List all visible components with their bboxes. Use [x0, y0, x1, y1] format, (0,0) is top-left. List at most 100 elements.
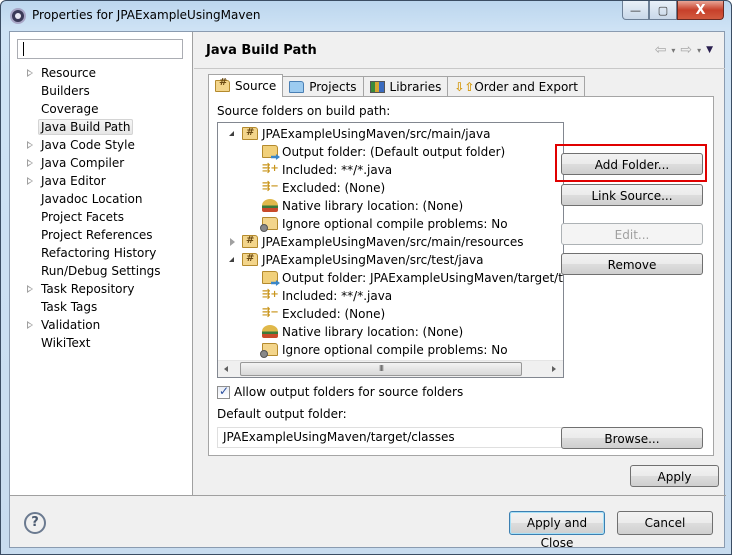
tab-libraries[interactable]: Libraries — [362, 76, 449, 97]
edit-button[interactable]: Edit... — [561, 223, 703, 245]
tree-node-label: Excluded: (None) — [282, 307, 386, 321]
minimize-icon: — — [630, 3, 641, 17]
sidebar-item-task-repository[interactable]: Task Repository — [10, 280, 192, 298]
sidebar-item-builders[interactable]: Builders — [10, 82, 192, 100]
expand-arrow-icon[interactable] — [27, 69, 33, 77]
sidebar-item-label: Java Code Style — [41, 138, 135, 152]
source-folder-node[interactable]: JPAExampleUsingMaven/src/main/resources — [218, 232, 563, 251]
expand-arrow-icon[interactable] — [27, 159, 33, 167]
source-folder-attribute[interactable]: Native library location: (None) — [218, 197, 563, 215]
sidebar-item-run-debug-settings[interactable]: Run/Debug Settings — [10, 262, 192, 280]
collapse-arrow-icon[interactable] — [229, 131, 234, 136]
sidebar-item-resource[interactable]: Resource — [10, 64, 192, 82]
default-output-folder-field[interactable]: JPAExampleUsingMaven/target/classes — [217, 427, 564, 448]
excluded-icon: ⇶− — [262, 181, 279, 192]
source-folder-attribute[interactable]: Native library location: (None) — [218, 323, 563, 341]
window-controls: — ▢ X — [622, 1, 724, 21]
apply-and-close-button[interactable]: Apply and Close — [509, 511, 605, 550]
sidebar-item-coverage[interactable]: Coverage — [10, 100, 192, 118]
source-folder-attribute[interactable]: Output folder: (Default output folder) — [218, 143, 563, 161]
sidebar-item-task-tags[interactable]: Task Tags — [10, 298, 192, 316]
sidebar-item-project-facets[interactable]: Project Facets — [10, 208, 192, 226]
tree-node-label: Included: **/*.java — [282, 163, 393, 177]
sidebar-item-label: Java Compiler — [41, 156, 125, 170]
libraries-icon — [369, 81, 385, 93]
tree-node-label: Excluded: (None) — [282, 181, 386, 195]
source-folder-node[interactable]: JPAExampleUsingMaven/src/main/java — [218, 124, 563, 143]
sidebar-item-refactoring-history[interactable]: Refactoring History — [10, 244, 192, 262]
sidebar-item-project-references[interactable]: Project References — [10, 226, 192, 244]
horizontal-scrollbar[interactable]: III — [218, 360, 563, 377]
package-folder-icon — [242, 124, 258, 142]
link-source-button[interactable]: Link Source... — [561, 184, 703, 206]
sidebar-item-label: Java Build Path — [38, 119, 134, 135]
tab-order-and-export[interactable]: ⇩⇧ Order and Export — [447, 76, 585, 97]
source-folder-attribute[interactable]: ⇶− Excluded: (None) — [218, 179, 563, 197]
source-folder-attribute[interactable]: Ignore optional compile problems: No — [218, 341, 563, 359]
eclipse-icon — [10, 8, 26, 24]
package-folder-icon — [242, 250, 258, 268]
expand-arrow-icon[interactable] — [27, 177, 33, 185]
tab-projects[interactable]: Projects — [282, 76, 364, 97]
close-button[interactable]: X — [677, 1, 724, 20]
minimize-button[interactable]: — — [622, 1, 649, 20]
source-folders-tree[interactable]: Ignore optional compile problems: No Nati… — [217, 122, 564, 378]
property-pages-tree: Resource Builders Coverage Java Build Path J… — [10, 64, 192, 352]
sidebar-item-label: Validation — [41, 318, 101, 332]
ignore-problems-icon — [260, 343, 278, 358]
source-folder-attribute[interactable]: ⇶+ Included: **/*.java — [218, 161, 563, 179]
cancel-button[interactable]: Cancel — [617, 511, 713, 535]
sidebar-item-java-compiler[interactable]: Java Compiler — [10, 154, 192, 172]
tree-node-label: Ignore optional compile problems: No — [282, 343, 508, 357]
tree-node-label: Output folder: (Default output folder) — [282, 145, 506, 159]
collapse-arrow-icon[interactable] — [229, 257, 234, 262]
expand-arrow-icon[interactable] — [27, 141, 33, 149]
view-menu-icon[interactable]: ▼ — [706, 45, 713, 55]
sidebar-item-label: Java Editor — [41, 174, 106, 188]
forward-arrow-icon[interactable]: ⇨ — [680, 42, 692, 58]
native-library-icon — [262, 325, 278, 338]
source-folder-attribute[interactable]: ⇶+ Included: **/*.java — [218, 287, 563, 305]
help-icon[interactable]: ? — [24, 512, 46, 534]
native-library-icon — [262, 199, 278, 212]
source-folder-attribute[interactable]: ⇶− Excluded: (None) — [218, 305, 563, 323]
property-page-content: Java Build Path ⇦ ▾ ⇨ ▾ ▼ Source Project… — [194, 32, 725, 495]
scrollbar-thumb[interactable]: III — [240, 362, 522, 376]
page-title: Java Build Path — [206, 43, 317, 58]
sidebar-item-label: Javadoc Location — [41, 192, 143, 206]
tab-label: Order and Export — [474, 80, 578, 94]
expand-arrow-icon[interactable] — [27, 285, 33, 293]
sidebar-item-wikitext[interactable]: WikiText — [10, 334, 192, 352]
sidebar-item-javadoc-location[interactable]: Javadoc Location — [10, 190, 192, 208]
back-dropdown-icon[interactable]: ▾ — [671, 46, 675, 55]
back-arrow-icon[interactable]: ⇦ — [655, 42, 667, 58]
sidebar-item-java-code-style[interactable]: Java Code Style — [10, 136, 192, 154]
page-navigation: ⇦ ▾ ⇨ ▾ ▼ — [655, 42, 713, 58]
scroll-right-icon[interactable] — [552, 366, 556, 372]
sidebar-item-java-build-path[interactable]: Java Build Path — [10, 118, 192, 136]
allow-output-folders-option[interactable]: Allow output folders for source folders — [217, 384, 463, 399]
expand-arrow-icon[interactable] — [230, 238, 235, 246]
tree-node-label: Output folder: JPAExampleUsingMaven/targ… — [282, 271, 563, 285]
tab-source[interactable]: Source — [208, 74, 284, 97]
ignore-problems-icon — [260, 217, 278, 232]
output-folder-icon — [262, 145, 278, 158]
text-cursor — [23, 42, 24, 56]
sidebar-item-validation[interactable]: Validation — [10, 316, 192, 334]
browse-button[interactable]: Browse... — [561, 427, 703, 449]
sidebar-item-java-editor[interactable]: Java Editor — [10, 172, 192, 190]
scroll-left-icon[interactable] — [224, 366, 228, 372]
maximize-button[interactable]: ▢ — [649, 1, 677, 20]
filter-input[interactable] — [17, 39, 183, 59]
apply-button[interactable]: Apply — [630, 465, 719, 487]
allow-output-folders-checkbox[interactable] — [217, 384, 230, 399]
expand-arrow-icon[interactable] — [27, 321, 33, 329]
sidebar-item-label: Resource — [41, 66, 97, 80]
source-folder-attribute[interactable]: Output folder: JPAExampleUsingMaven/targ… — [218, 269, 563, 287]
remove-button[interactable]: Remove — [561, 253, 703, 275]
forward-dropdown-icon[interactable]: ▾ — [697, 46, 701, 55]
sidebar-item-label: Refactoring History — [41, 246, 157, 260]
source-folder-node[interactable]: JPAExampleUsingMaven/src/test/java — [218, 250, 563, 269]
add-folder-button[interactable]: Add Folder... — [561, 153, 703, 175]
source-folder-attribute[interactable]: Ignore optional compile problems: No — [218, 215, 563, 233]
